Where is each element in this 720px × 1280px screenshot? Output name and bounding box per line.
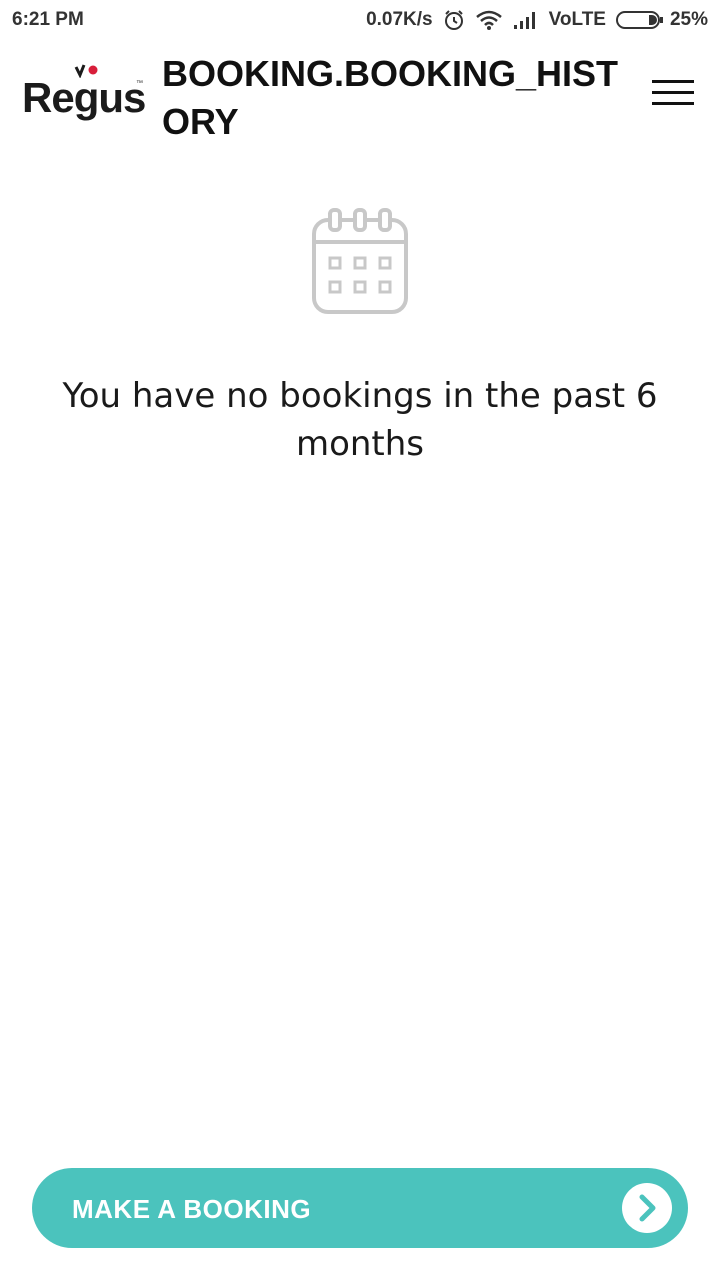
status-time: 6:21 PM <box>12 9 84 30</box>
regus-logo: Regus ™ <box>22 64 146 128</box>
calendar-icon <box>310 208 410 316</box>
logo-text: Regus <box>22 74 146 121</box>
empty-state-message: You have no bookings in the past 6 month… <box>62 376 658 464</box>
status-bar: 6:21 PM 0.07K/s VoLTE 25% <box>0 0 720 40</box>
network-type: VoLTE <box>548 9 606 30</box>
make-booking-label: MAKE A BOOKING <box>72 1194 312 1224</box>
battery-percent: 25% <box>669 9 708 30</box>
logo-trademark: ™ <box>136 80 143 87</box>
status-right: 0.07K/s VoLTE 25% <box>366 9 708 31</box>
chevron-right-icon <box>622 1183 672 1233</box>
net-speed: 0.07K/s <box>366 9 433 30</box>
make-booking-button[interactable]: MAKE A BOOKING <box>32 1168 688 1248</box>
app-header: Regus ™ BOOKING.BOOKING_HISTORY <box>0 40 720 150</box>
alarm-icon <box>443 9 465 31</box>
page-title: BOOKING.BOOKING_HISTORY <box>162 53 619 142</box>
signal-icon <box>513 11 539 29</box>
wifi-icon <box>475 10 503 30</box>
hamburger-menu-icon[interactable] <box>648 80 696 110</box>
battery-icon <box>615 11 663 29</box>
battery-indicator: 25% <box>615 9 708 31</box>
